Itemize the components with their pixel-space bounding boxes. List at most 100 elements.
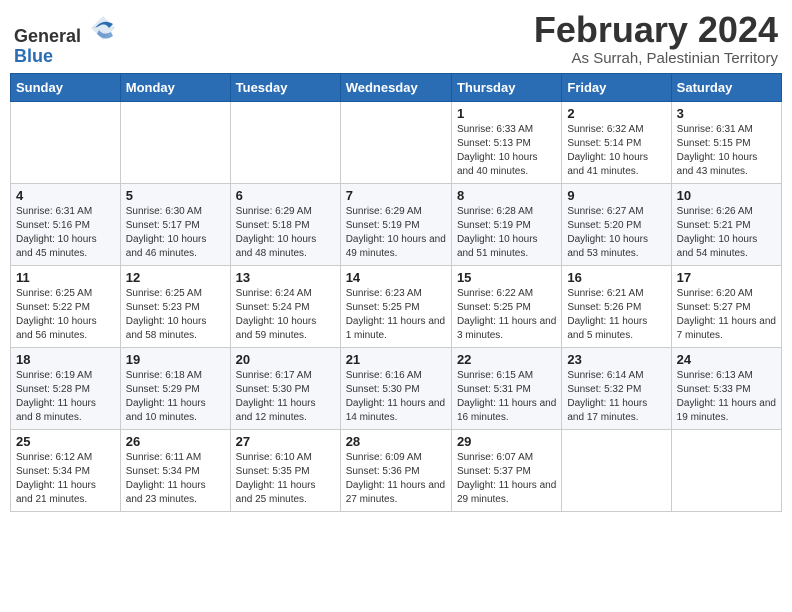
title-area: February 2024 As Surrah, Palestinian Ter…: [534, 10, 778, 67]
day-number: 10: [677, 188, 776, 203]
day-info: Sunrise: 6:30 AMSunset: 5:17 PMDaylight:…: [126, 205, 225, 261]
day-info: Sunrise: 6:11 AMSunset: 5:34 PMDaylight:…: [126, 451, 225, 507]
day-info: Sunrise: 6:32 AMSunset: 5:14 PMDaylight:…: [567, 123, 665, 179]
day-number: 11: [16, 270, 115, 285]
calendar-day-cell: 5 Sunrise: 6:30 AMSunset: 5:17 PMDaylight…: [120, 183, 230, 265]
day-info: Sunrise: 6:25 AMSunset: 5:23 PMDaylight:…: [126, 287, 225, 343]
logo-icon: [89, 14, 117, 42]
calendar-day-cell: 11Sunrise: 6:25 AMSunset: 5:22 PMDayligh…: [11, 265, 121, 347]
day-number: 25: [16, 434, 115, 449]
day-number: 13: [236, 270, 335, 285]
day-info: Sunrise: 6:12 AMSunset: 5:34 PMDaylight:…: [16, 451, 115, 507]
calendar-day-cell: 15 Sunrise: 6:22 AMSunset: 5:25 PMDayligh…: [451, 265, 561, 347]
day-number: 1: [457, 106, 556, 121]
day-info: Sunrise: 6:28 AMSunset: 5:19 PMDaylight:…: [457, 205, 556, 261]
day-of-week-header: Saturday: [671, 73, 781, 101]
day-number: 20: [236, 352, 335, 367]
calendar-day-cell: 8Sunrise: 6:28 AMSunset: 5:19 PMDaylight…: [451, 183, 561, 265]
logo: General Blue: [14, 14, 117, 67]
day-info: Sunrise: 6:09 AMSunset: 5:36 PMDaylight:…: [346, 451, 446, 507]
calendar-day-cell: 27Sunrise: 6:10 AMSunset: 5:35 PMDayligh…: [230, 429, 340, 511]
day-number: 22: [457, 352, 556, 367]
day-info: Sunrise: 6:21 AMSunset: 5:26 PMDaylight:…: [567, 287, 665, 343]
calendar-day-cell: 12 Sunrise: 6:25 AMSunset: 5:23 PMDayligh…: [120, 265, 230, 347]
calendar-day-cell: 20Sunrise: 6:17 AMSunset: 5:30 PMDayligh…: [230, 347, 340, 429]
calendar-day-cell: 24 Sunrise: 6:13 AMSunset: 5:33 PMDayligh…: [671, 347, 781, 429]
calendar-day-cell: 26 Sunrise: 6:11 AMSunset: 5:34 PMDayligh…: [120, 429, 230, 511]
calendar-day-cell: 1 Sunrise: 6:33 AMSunset: 5:13 PMDaylight…: [451, 101, 561, 183]
day-info: Sunrise: 6:22 AMSunset: 5:25 PMDaylight:…: [457, 287, 556, 343]
day-info: Sunrise: 6:20 AMSunset: 5:27 PMDaylight:…: [677, 287, 776, 343]
calendar-day-cell: 28 Sunrise: 6:09 AMSunset: 5:36 PMDayligh…: [340, 429, 451, 511]
calendar-table: SundayMondayTuesdayWednesdayThursdayFrid…: [10, 73, 782, 512]
day-number: 6: [236, 188, 335, 203]
day-of-week-header: Friday: [562, 73, 671, 101]
logo-blue: Blue: [14, 46, 53, 66]
day-of-week-header: Thursday: [451, 73, 561, 101]
day-number: 24: [677, 352, 776, 367]
calendar-day-cell: [11, 101, 121, 183]
calendar-day-cell: 3 Sunrise: 6:31 AMSunset: 5:15 PMDaylight…: [671, 101, 781, 183]
day-info: Sunrise: 6:14 AMSunset: 5:32 PMDaylight:…: [567, 369, 665, 425]
calendar-day-cell: 13 Sunrise: 6:24 AMSunset: 5:24 PMDayligh…: [230, 265, 340, 347]
day-number: 9: [567, 188, 665, 203]
logo-general: General: [14, 26, 81, 46]
calendar-day-cell: 29Sunrise: 6:07 AMSunset: 5:37 PMDayligh…: [451, 429, 561, 511]
calendar-header-row: SundayMondayTuesdayWednesdayThursdayFrid…: [11, 73, 782, 101]
month-title: February 2024: [534, 10, 778, 50]
calendar-day-cell: [562, 429, 671, 511]
day-number: 17: [677, 270, 776, 285]
day-of-week-header: Tuesday: [230, 73, 340, 101]
calendar-day-cell: [120, 101, 230, 183]
day-info: Sunrise: 6:13 AMSunset: 5:33 PMDaylight:…: [677, 369, 776, 425]
page-header: General Blue February 2024 As Surrah, Pa…: [10, 10, 782, 67]
day-info: Sunrise: 6:24 AMSunset: 5:24 PMDaylight:…: [236, 287, 335, 343]
calendar-day-cell: 18 Sunrise: 6:19 AMSunset: 5:28 PMDayligh…: [11, 347, 121, 429]
calendar-day-cell: 14Sunrise: 6:23 AMSunset: 5:25 PMDayligh…: [340, 265, 451, 347]
day-number: 28: [346, 434, 446, 449]
day-info: Sunrise: 6:29 AMSunset: 5:18 PMDaylight:…: [236, 205, 335, 261]
day-number: 15: [457, 270, 556, 285]
day-of-week-header: Monday: [120, 73, 230, 101]
calendar-day-cell: [230, 101, 340, 183]
day-info: Sunrise: 6:18 AMSunset: 5:29 PMDaylight:…: [126, 369, 225, 425]
calendar-day-cell: 19 Sunrise: 6:18 AMSunset: 5:29 PMDayligh…: [120, 347, 230, 429]
calendar-week-row: 4 Sunrise: 6:31 AMSunset: 5:16 PMDaylight…: [11, 183, 782, 265]
day-info: Sunrise: 6:07 AMSunset: 5:37 PMDaylight:…: [457, 451, 556, 507]
calendar-day-cell: 17 Sunrise: 6:20 AMSunset: 5:27 PMDayligh…: [671, 265, 781, 347]
day-info: Sunrise: 6:19 AMSunset: 5:28 PMDaylight:…: [16, 369, 115, 425]
calendar-day-cell: 23 Sunrise: 6:14 AMSunset: 5:32 PMDayligh…: [562, 347, 671, 429]
day-number: 7: [346, 188, 446, 203]
day-info: Sunrise: 6:33 AMSunset: 5:13 PMDaylight:…: [457, 123, 556, 179]
day-number: 4: [16, 188, 115, 203]
day-number: 18: [16, 352, 115, 367]
day-info: Sunrise: 6:27 AMSunset: 5:20 PMDaylight:…: [567, 205, 665, 261]
day-info: Sunrise: 6:31 AMSunset: 5:15 PMDaylight:…: [677, 123, 776, 179]
day-info: Sunrise: 6:26 AMSunset: 5:21 PMDaylight:…: [677, 205, 776, 261]
day-number: 12: [126, 270, 225, 285]
calendar-day-cell: 6 Sunrise: 6:29 AMSunset: 5:18 PMDaylight…: [230, 183, 340, 265]
calendar-week-row: 18 Sunrise: 6:19 AMSunset: 5:28 PMDayligh…: [11, 347, 782, 429]
calendar-day-cell: [671, 429, 781, 511]
calendar-week-row: 1 Sunrise: 6:33 AMSunset: 5:13 PMDaylight…: [11, 101, 782, 183]
day-number: 2: [567, 106, 665, 121]
location-title: As Surrah, Palestinian Territory: [534, 50, 778, 67]
day-info: Sunrise: 6:15 AMSunset: 5:31 PMDaylight:…: [457, 369, 556, 425]
day-number: 3: [677, 106, 776, 121]
day-number: 14: [346, 270, 446, 285]
day-number: 5: [126, 188, 225, 203]
day-number: 23: [567, 352, 665, 367]
calendar-day-cell: 10 Sunrise: 6:26 AMSunset: 5:21 PMDayligh…: [671, 183, 781, 265]
day-number: 21: [346, 352, 446, 367]
day-info: Sunrise: 6:29 AMSunset: 5:19 PMDaylight:…: [346, 205, 446, 261]
day-number: 19: [126, 352, 225, 367]
day-info: Sunrise: 6:10 AMSunset: 5:35 PMDaylight:…: [236, 451, 335, 507]
day-info: Sunrise: 6:31 AMSunset: 5:16 PMDaylight:…: [16, 205, 115, 261]
day-number: 26: [126, 434, 225, 449]
calendar-day-cell: 7 Sunrise: 6:29 AMSunset: 5:19 PMDaylight…: [340, 183, 451, 265]
calendar-day-cell: 4 Sunrise: 6:31 AMSunset: 5:16 PMDaylight…: [11, 183, 121, 265]
calendar-day-cell: [340, 101, 451, 183]
calendar-day-cell: 25 Sunrise: 6:12 AMSunset: 5:34 PMDayligh…: [11, 429, 121, 511]
day-number: 16: [567, 270, 665, 285]
day-of-week-header: Sunday: [11, 73, 121, 101]
